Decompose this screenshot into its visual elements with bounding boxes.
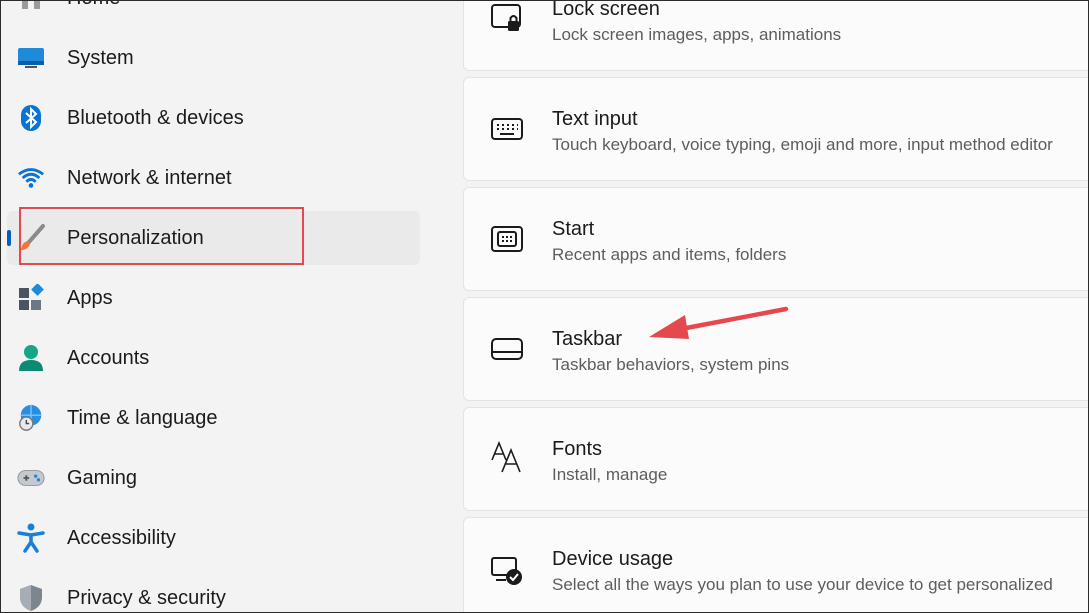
card-description: Lock screen images, apps, animations <box>552 25 842 44</box>
settings-window: Home System Bluetooth & devices Network … <box>0 0 1089 613</box>
card-description: Select all the ways you plan to use your… <box>552 575 1053 594</box>
card-start[interactable]: Start Recent apps and items, folders <box>463 187 1088 291</box>
sidebar-item-label: Apps <box>67 286 113 309</box>
sidebar-item-label: Accounts <box>67 346 150 369</box>
sidebar-item-accessibility[interactable]: Accessibility <box>7 511 420 565</box>
sidebar-item-time-language[interactable]: Time & language <box>7 391 420 445</box>
system-icon <box>17 44 45 72</box>
card-device-usage[interactable]: Device usage Select all the ways you pla… <box>463 517 1088 612</box>
card-description: Taskbar behaviors, system pins <box>552 355 790 374</box>
start-icon <box>490 222 524 256</box>
sidebar-nav: Home System Bluetooth & devices Network … <box>1 1 441 612</box>
accounts-icon <box>17 344 45 372</box>
card-description: Recent apps and items, folders <box>552 245 787 264</box>
card-title: Text input <box>552 108 638 130</box>
sidebar-item-label: System <box>67 46 134 69</box>
fonts-icon <box>490 440 524 474</box>
wifi-icon <box>17 164 45 192</box>
sidebar-item-apps[interactable]: Apps <box>7 271 420 325</box>
sidebar-item-label: Privacy & security <box>67 586 226 609</box>
sidebar-item-label: Gaming <box>67 466 138 489</box>
selected-indicator <box>7 230 11 246</box>
globe-clock-icon <box>17 404 45 432</box>
keyboard-icon <box>490 112 524 146</box>
sidebar-item-home[interactable]: Home <box>7 1 420 25</box>
shield-icon <box>17 584 45 612</box>
card-description: Touch keyboard, voice typing, emoji and … <box>552 135 1053 154</box>
taskbar-icon <box>490 332 524 366</box>
sidebar-item-bluetooth[interactable]: Bluetooth & devices <box>7 91 420 145</box>
sidebar-item-privacy[interactable]: Privacy & security <box>7 571 420 612</box>
sidebar-item-accounts[interactable]: Accounts <box>7 331 420 385</box>
card-title: Start <box>552 218 595 240</box>
lock-screen-icon <box>490 2 524 36</box>
apps-icon <box>17 284 45 312</box>
card-text-input[interactable]: Text input Touch keyboard, voice typing,… <box>463 77 1088 181</box>
sidebar-item-gaming[interactable]: Gaming <box>7 451 420 505</box>
card-fonts[interactable]: Fonts Install, manage <box>463 407 1088 511</box>
card-title: Fonts <box>552 438 603 460</box>
sidebar-item-system[interactable]: System <box>7 31 420 85</box>
arrow-annotation <box>649 306 789 339</box>
highlight-annotation <box>19 207 304 265</box>
card-title: Taskbar <box>552 328 623 350</box>
device-usage-icon <box>490 554 524 588</box>
card-title: Lock screen <box>552 0 660 20</box>
accessibility-icon <box>17 523 45 553</box>
sidebar-item-network[interactable]: Network & internet <box>7 151 420 205</box>
sidebar-item-label: Time & language <box>67 406 218 429</box>
home-icon <box>17 1 45 12</box>
sidebar-item-label: Accessibility <box>67 526 176 549</box>
sidebar-item-label: Bluetooth & devices <box>67 106 244 129</box>
card-lock-screen[interactable]: Lock screen Lock screen images, apps, an… <box>463 0 1088 71</box>
gamepad-icon <box>17 464 45 492</box>
card-description: Install, manage <box>552 465 668 484</box>
card-title: Device usage <box>552 548 674 570</box>
sidebar-item-label: Home <box>67 1 120 10</box>
sidebar-item-label: Network & internet <box>67 166 232 189</box>
bluetooth-icon <box>17 104 45 132</box>
